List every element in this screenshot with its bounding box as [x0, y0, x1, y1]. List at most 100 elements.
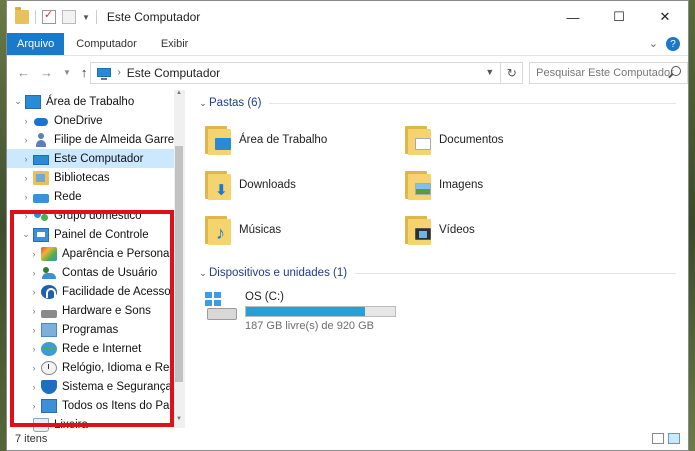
folder-icon: [203, 169, 233, 201]
ribbon-tabs: Arquivo Computador Exibir ⌄ ?: [7, 33, 688, 55]
sidebar-item[interactable]: › Facilidade de Acesso: [7, 282, 184, 301]
search-icon: [671, 65, 682, 76]
minimize-button[interactable]: —: [550, 1, 596, 33]
forward-arrow-icon[interactable]: →: [40, 65, 53, 81]
tab-computador[interactable]: Computador: [64, 33, 149, 55]
drive-body: [207, 308, 237, 320]
drive-item[interactable]: OS (C:) 187 GB livre(s) de 920 GB: [205, 290, 688, 332]
sidebar-item[interactable]: › Hardware e Sons: [7, 301, 184, 320]
chevron-right-icon[interactable]: ›: [27, 344, 41, 354]
user-icon: [33, 132, 49, 147]
explorer-window: ▼ Este Computador — ☐ ✕ Arquivo Computad…: [6, 0, 689, 451]
chevron-right-icon[interactable]: ›: [27, 306, 41, 316]
scroll-up-arrow-icon[interactable]: ▲: [174, 90, 184, 102]
group-divider: [355, 272, 676, 274]
folder-item[interactable]: Músicas: [203, 207, 403, 252]
back-arrow-icon[interactable]: ←: [17, 65, 30, 81]
folder-icon: [403, 124, 433, 156]
sidebar-item[interactable]: › Relógio, Idioma e Região: [7, 358, 184, 377]
chevron-right-icon[interactable]: ›: [27, 382, 41, 392]
navigation-buttons: ← → ▼ ↑: [7, 65, 90, 81]
new-folder-icon[interactable]: [62, 10, 76, 24]
sidebar-item[interactable]: › Todos os Itens do Painel de: [7, 396, 184, 415]
chevron-right-icon[interactable]: ›: [19, 211, 33, 221]
sidebar-item[interactable]: › Sistema e Segurança: [7, 377, 184, 396]
desktop-icon: [25, 94, 41, 109]
chevron-right-icon[interactable]: ›: [27, 363, 41, 373]
item-count: 7 itens: [15, 433, 48, 445]
address-dropdown-icon[interactable]: ▼: [485, 67, 494, 77]
close-button[interactable]: ✕: [642, 1, 688, 33]
sidebar-item[interactable]: › Filipe de Almeida Garrett: [7, 130, 184, 149]
folder-item[interactable]: Área de Trabalho: [203, 117, 403, 162]
chevron-right-icon[interactable]: ›: [27, 249, 41, 259]
sidebar-item[interactable]: › Programas: [7, 320, 184, 339]
navigation-pane: ⌄ Área de Trabalho › OneDrive › Filipe de Alm…: [7, 90, 185, 432]
sidebar-item[interactable]: ⌄ Área de Trabalho: [7, 92, 184, 111]
chevron-down-icon[interactable]: ⌄: [11, 96, 25, 107]
address-row: ← → ▼ ↑ › Este Computador ▼ ↻ Pesquisar …: [7, 55, 689, 89]
search-input[interactable]: Pesquisar Este Computador: [529, 61, 689, 84]
sidebar-item[interactable]: › Rede e Internet: [7, 339, 184, 358]
sidebar-item-label: Programas: [62, 323, 119, 336]
sidebar-item[interactable]: › Aparência e Personalização: [7, 244, 184, 263]
customize-toolbar-arrow-icon[interactable]: ▼: [82, 13, 90, 22]
collapse-chevron-icon[interactable]: ⌄: [197, 268, 209, 279]
collapse-chevron-icon[interactable]: ⌄: [197, 98, 209, 109]
sidebar-item-label: Aparência e Personalização: [62, 247, 184, 260]
devices-group-header[interactable]: ⌄ Dispositivos e unidades (1): [197, 264, 688, 282]
chevron-right-icon[interactable]: ›: [19, 135, 33, 145]
recent-locations-icon[interactable]: ▼: [63, 65, 71, 81]
sidebar-item-label: Filipe de Almeida Garrett: [54, 133, 181, 146]
maximize-button[interactable]: ☐: [596, 1, 642, 33]
chevron-right-icon[interactable]: ›: [19, 154, 33, 164]
sidebar-item[interactable]: › OneDrive: [7, 111, 184, 130]
folder-item[interactable]: Documentos: [403, 117, 603, 162]
up-arrow-icon[interactable]: ↑: [81, 65, 88, 81]
chevron-right-icon[interactable]: ›: [27, 401, 41, 411]
tab-arquivo[interactable]: Arquivo: [7, 33, 65, 55]
sidebar-item[interactable]: ⌄ Painel de Controle: [7, 225, 184, 244]
help-icon[interactable]: ?: [666, 37, 680, 51]
window-controls: — ☐ ✕: [550, 1, 688, 33]
folders-group-header[interactable]: ⌄ Pastas (6): [197, 94, 688, 112]
breadcrumb-chevron-icon[interactable]: ›: [117, 67, 120, 78]
chevron-right-icon[interactable]: ›: [27, 287, 41, 297]
drive-usage-bar: [245, 306, 396, 317]
sidebar-item[interactable]: › Contas de Usuário: [7, 263, 184, 282]
navigation-scrollbar[interactable]: ▲ ▼: [174, 90, 184, 428]
folder-item[interactable]: Vídeos: [403, 207, 603, 252]
sidebar-item[interactable]: › Bibliotecas: [7, 168, 184, 187]
drive-usage-fill: [246, 307, 365, 316]
large-icons-view-icon[interactable]: [668, 433, 680, 444]
toolbar-divider: [35, 10, 36, 24]
folder-item[interactable]: Downloads: [203, 162, 403, 207]
breadcrumb[interactable]: Este Computador: [127, 66, 220, 80]
sidebar-item[interactable]: › Grupo doméstico: [7, 206, 184, 225]
folder-label: Vídeos: [439, 223, 475, 236]
chevron-right-icon[interactable]: ›: [19, 192, 33, 202]
folder-item[interactable]: Imagens: [403, 162, 603, 207]
address-bar[interactable]: › Este Computador ▼: [90, 61, 502, 84]
chevron-right-icon[interactable]: ›: [19, 173, 33, 183]
chevron-right-icon[interactable]: ›: [27, 268, 41, 278]
scroll-down-arrow-icon[interactable]: ▼: [174, 416, 184, 428]
chevron-down-icon[interactable]: ⌄: [19, 229, 33, 240]
tab-exibir[interactable]: Exibir: [149, 33, 201, 55]
appearance-icon: [41, 246, 57, 261]
sidebar-item-label: Rede e Internet: [62, 342, 142, 355]
expand-ribbon-icon[interactable]: ⌄: [649, 37, 658, 51]
sidebar-item[interactable]: › Este Computador: [7, 149, 184, 168]
folder-icon: [403, 169, 433, 201]
scrollbar-thumb[interactable]: [175, 146, 183, 382]
chevron-right-icon[interactable]: ›: [19, 116, 33, 126]
folder-icon: [203, 124, 233, 156]
ease-of-access-icon: [41, 284, 57, 299]
sidebar-item[interactable]: › Rede: [7, 187, 184, 206]
properties-icon[interactable]: [42, 8, 56, 24]
refresh-button[interactable]: ↻: [501, 61, 524, 84]
sidebar-item-label: Sistema e Segurança: [62, 380, 172, 393]
chevron-right-icon[interactable]: ›: [27, 325, 41, 335]
details-view-icon[interactable]: [652, 433, 664, 444]
network-internet-icon: [41, 341, 57, 356]
